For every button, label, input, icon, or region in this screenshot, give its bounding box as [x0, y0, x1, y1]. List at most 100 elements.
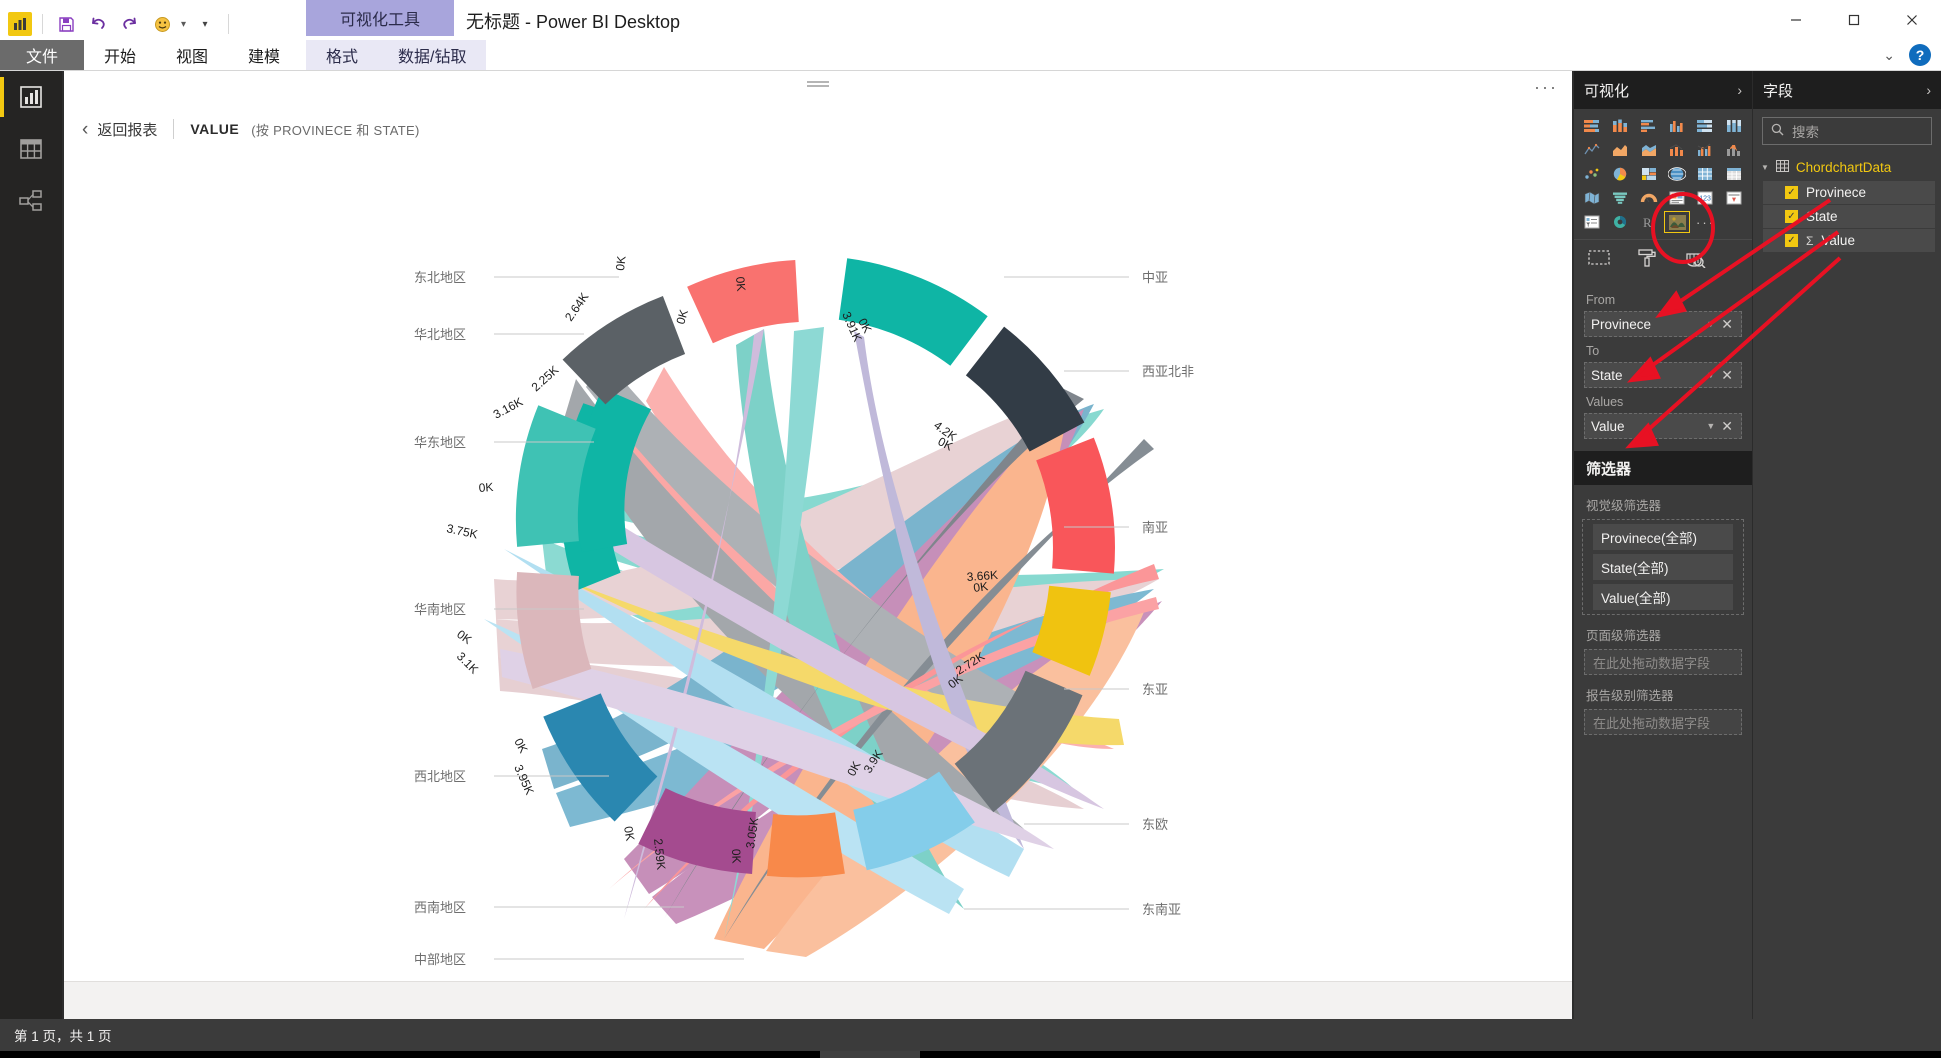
- tick-label-13: 0K: [729, 849, 744, 864]
- tab-home[interactable]: 开始: [84, 40, 156, 70]
- collapse-ribbon-icon[interactable]: ⌄: [1883, 47, 1895, 64]
- to-well-remove-icon[interactable]: ✕: [1719, 367, 1735, 384]
- collapse-visualizations-icon[interactable]: ›: [1737, 82, 1742, 98]
- node-label-left-6: 中部地区: [414, 952, 466, 967]
- filter-chip-provinece[interactable]: Provinece(全部): [1593, 524, 1733, 550]
- field-checkbox-value[interactable]: ✓: [1785, 234, 1798, 247]
- values-well-caret-icon[interactable]: ▼: [1706, 421, 1715, 431]
- paint-roller-icon[interactable]: [1636, 248, 1658, 270]
- to-well-caret-icon[interactable]: ▼: [1706, 370, 1715, 380]
- report-level-filters-dropzone[interactable]: 在此处拖动数据字段: [1584, 709, 1742, 735]
- pie-chart-icon[interactable]: [1607, 163, 1633, 185]
- treemap-icon[interactable]: [1636, 163, 1662, 185]
- filled-map-icon[interactable]: [1692, 163, 1718, 185]
- values-well-chip[interactable]: Value ▼ ✕: [1584, 413, 1742, 439]
- sidebar-item-data-view[interactable]: [0, 123, 62, 175]
- r-script-visual-icon[interactable]: R: [1636, 211, 1662, 233]
- field-wells: From Provinece ▼ ✕ To State ▼ ✕ Values V…: [1574, 280, 1752, 443]
- tab-format[interactable]: 格式: [306, 40, 378, 70]
- qat-divider-2: [228, 14, 230, 34]
- undo-icon[interactable]: [85, 11, 111, 37]
- help-icon[interactable]: ?: [1909, 44, 1931, 66]
- field-checkbox-state[interactable]: ✓: [1785, 210, 1798, 223]
- smiley-dropdown-caret[interactable]: ▾: [181, 19, 186, 30]
- field-row-state[interactable]: ✓ State: [1763, 205, 1935, 228]
- svg-text:123: 123: [1700, 196, 1712, 203]
- stacked-column-chart-icon[interactable]: [1607, 115, 1633, 137]
- tab-view[interactable]: 视图: [156, 40, 228, 70]
- donut-chart-icon[interactable]: [1607, 211, 1633, 233]
- chord-chart-visual[interactable]: 东北地区 华北地区 华东地区 华南地区 西北地区 西南地区 中部地区 中亚 西亚…: [64, 149, 1572, 969]
- ribbon-chart-icon[interactable]: [1721, 139, 1747, 161]
- horizontal-scrollbar-thumb[interactable]: [820, 1051, 920, 1058]
- smiley-feedback-icon[interactable]: [149, 11, 175, 37]
- page-count-status: 第 1 页，共 1 页: [14, 1029, 112, 1044]
- 100-stacked-bar-icon[interactable]: [1692, 115, 1718, 137]
- filters-section-header: 筛选器: [1574, 451, 1752, 485]
- slicer-icon[interactable]: [1579, 211, 1605, 233]
- tab-file[interactable]: 文件: [0, 40, 85, 70]
- multi-row-card-icon[interactable]: 123: [1692, 187, 1718, 209]
- funnel-icon[interactable]: [1607, 187, 1633, 209]
- node-label-right-4: 东欧: [1142, 817, 1168, 832]
- scatter-chart-icon[interactable]: [1579, 163, 1605, 185]
- node-label-left-3: 华南地区: [414, 602, 466, 617]
- horizontal-scrollbar[interactable]: [0, 1051, 1941, 1058]
- area-chart-icon[interactable]: [1607, 139, 1633, 161]
- line-stacked-column-icon[interactable]: [1664, 139, 1690, 161]
- customize-qat-icon[interactable]: ▾: [192, 11, 218, 37]
- filter-chip-value[interactable]: Value(全部): [1593, 584, 1733, 610]
- tab-modeling[interactable]: 建模: [228, 40, 300, 70]
- values-well-label: Values: [1586, 395, 1624, 409]
- map-icon[interactable]: [1664, 163, 1690, 185]
- kpi-icon[interactable]: [1721, 187, 1747, 209]
- field-checkbox-provinece[interactable]: ✓: [1785, 186, 1798, 199]
- back-to-report-button[interactable]: ‹ 返回报表: [82, 119, 157, 140]
- drag-grip-icon[interactable]: [807, 81, 829, 87]
- matrix-icon[interactable]: [1721, 163, 1747, 185]
- page-tab-bar[interactable]: [64, 981, 1572, 1019]
- field-row-provinece[interactable]: ✓ Provinece: [1763, 181, 1935, 204]
- gauge-icon[interactable]: [1636, 187, 1662, 209]
- field-row-value[interactable]: ✓ Σ Value: [1763, 229, 1935, 252]
- page-level-filters-dropzone[interactable]: 在此处拖动数据字段: [1584, 649, 1742, 675]
- fields-table-node[interactable]: ▼ ChordchartData: [1753, 155, 1941, 180]
- close-button[interactable]: [1883, 0, 1941, 40]
- clustered-column-chart-icon[interactable]: [1664, 115, 1690, 137]
- analytics-magnifier-icon[interactable]: [1684, 248, 1706, 270]
- stacked-bar-chart-icon[interactable]: [1579, 115, 1605, 137]
- tick-label-20: 3.66K: [966, 568, 998, 584]
- redo-icon[interactable]: [117, 11, 143, 37]
- sidebar-item-report-view[interactable]: [0, 71, 62, 123]
- sidebar-item-model-view[interactable]: [0, 175, 62, 227]
- fields-search-box[interactable]: 搜索: [1762, 117, 1932, 145]
- from-well-remove-icon[interactable]: ✕: [1719, 316, 1735, 333]
- page-level-filters-label: 页面级筛选器: [1586, 629, 1662, 643]
- values-well-remove-icon[interactable]: ✕: [1719, 418, 1735, 435]
- tab-data-drill[interactable]: 数据/钻取: [378, 40, 486, 70]
- to-well-chip[interactable]: State ▼ ✕: [1584, 362, 1742, 388]
- visual-more-options-icon[interactable]: ···: [1534, 77, 1558, 98]
- tick-label-7: 0K: [454, 627, 474, 647]
- 100-stacked-column-icon[interactable]: [1721, 115, 1747, 137]
- minimize-button[interactable]: [1767, 0, 1825, 40]
- tick-label-3: 0K: [613, 255, 628, 271]
- save-icon[interactable]: [53, 11, 79, 37]
- empty-slot: [1721, 211, 1747, 233]
- from-well-caret-icon[interactable]: ▼: [1706, 319, 1715, 329]
- line-chart-icon[interactable]: [1579, 139, 1605, 161]
- collapse-fields-icon[interactable]: ›: [1926, 82, 1931, 98]
- card-icon[interactable]: [1664, 187, 1690, 209]
- expand-triangle-icon[interactable]: ▼: [1761, 163, 1769, 172]
- report-page: ··· ‹ 返回报表 VALUE (按 PROVINECE 和 STATE) 东…: [64, 71, 1572, 981]
- stacked-area-chart-icon[interactable]: [1636, 139, 1662, 161]
- from-well-chip[interactable]: Provinece ▼ ✕: [1584, 311, 1742, 337]
- filter-chip-state[interactable]: State(全部): [1593, 554, 1733, 580]
- shape-map-icon[interactable]: [1579, 187, 1605, 209]
- more-visuals-icon[interactable]: ···: [1692, 211, 1718, 233]
- line-clustered-column-icon[interactable]: [1692, 139, 1718, 161]
- maximize-button[interactable]: [1825, 0, 1883, 40]
- fields-pane-icon[interactable]: [1588, 248, 1610, 270]
- chord-chart-visual-icon[interactable]: [1664, 211, 1691, 233]
- clustered-bar-chart-icon[interactable]: [1636, 115, 1662, 137]
